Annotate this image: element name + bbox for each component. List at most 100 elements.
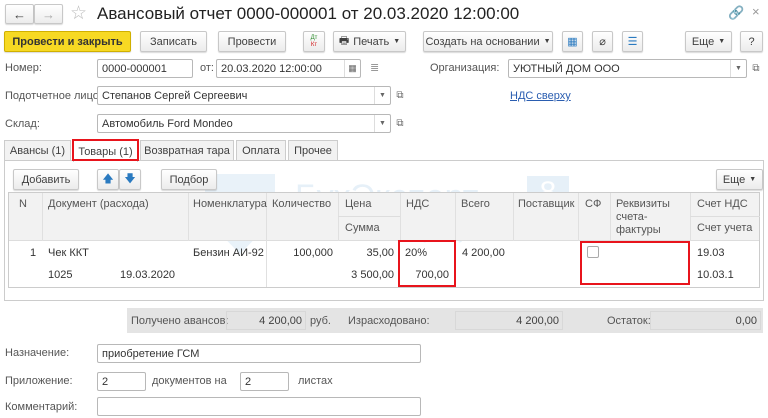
calendar-icon[interactable]: ▦ <box>344 60 360 77</box>
row-total: 4 200,00 <box>462 247 505 259</box>
help-button[interactable]: ? <box>740 31 763 52</box>
star-icon[interactable]: ☆ <box>70 2 87 25</box>
printer-icon: 🖶 <box>338 35 350 47</box>
structure-icon[interactable]: ▦ <box>562 31 583 52</box>
row-price: 35,00 <box>366 247 394 259</box>
received-value: 4 200,00 <box>226 311 306 330</box>
row-account: 10.03.1 <box>697 269 734 281</box>
save-button[interactable]: Записать <box>140 31 207 52</box>
sheets-text: листах <box>298 375 333 387</box>
attachment-label: Приложение: <box>5 375 73 387</box>
chevron-down-icon: ▼ <box>393 38 401 45</box>
received-label: Получено авансов: <box>131 315 229 327</box>
purpose-label: Назначение: <box>5 347 70 359</box>
col-vat[interactable]: НДС <box>406 198 429 210</box>
move-up-icon[interactable]: 🡅 <box>97 169 119 190</box>
row-sum: 3 500,00 <box>351 269 394 281</box>
col-sf[interactable]: СФ <box>585 198 601 210</box>
open-icon[interactable]: ⧉ <box>749 59 763 78</box>
open-icon[interactable]: ⧉ <box>393 114 407 133</box>
dt-label: Дт <box>310 34 318 41</box>
forward-button[interactable]: → <box>34 4 63 24</box>
post-button[interactable]: Провести <box>218 31 286 52</box>
comment-label: Комментарий: <box>5 401 78 413</box>
date-input[interactable]: 20.03.2020 12:00:00 ▦ <box>216 59 361 78</box>
row-vat-account: 19.03 <box>697 247 725 259</box>
tab-other[interactable]: Прочее <box>288 140 338 161</box>
list-icon[interactable]: ☰ <box>622 31 643 52</box>
col-account[interactable]: Счет учета <box>697 222 752 234</box>
spent-label: Израсходовано: <box>348 315 430 327</box>
document-icon[interactable]: ≣ <box>370 61 379 74</box>
chevron-down-icon: ▼ <box>718 38 726 45</box>
add-button[interactable]: Добавить <box>13 169 79 190</box>
warehouse-label: Склад: <box>5 118 40 130</box>
row-doc-no: 1025 <box>48 269 73 281</box>
rest-value: 0,00 <box>650 311 761 330</box>
kt-label: Кт <box>310 41 318 48</box>
create-based-button[interactable]: Создать на основании ▼ <box>423 31 553 52</box>
currency-label: руб. <box>310 315 331 327</box>
docs-text: документов на <box>152 375 227 387</box>
org-value: УЮТНЫЙ ДОМ ООО <box>513 62 620 75</box>
close-icon[interactable]: × <box>752 4 760 19</box>
row-n: 1 <box>30 247 37 259</box>
print-button[interactable]: 🖶 Печать ▼ <box>333 31 406 52</box>
chevron-down-icon: ▼ <box>749 176 757 183</box>
col-qty[interactable]: Количество <box>272 198 331 210</box>
move-down-icon[interactable]: 🡇 <box>119 169 141 190</box>
vat-on-top-link[interactable]: НДС сверху <box>510 90 571 102</box>
col-price[interactable]: Цена <box>345 198 371 210</box>
spent-value: 4 200,00 <box>455 311 563 330</box>
link-icon[interactable]: 🔗 <box>728 5 744 21</box>
tab-returnable-packaging[interactable]: Возвратная тара <box>140 140 234 161</box>
comment-input[interactable] <box>97 397 421 416</box>
attachment-icon[interactable]: ⌀ <box>592 31 613 52</box>
row-doc: Чек ККТ <box>48 247 89 259</box>
row-item: Бензин АИ-92 <box>193 247 264 259</box>
purpose-input[interactable]: приобретение ГСМ <box>97 344 421 363</box>
row-qty: 100,000 <box>293 247 333 259</box>
chevron-down-icon[interactable]: ▼ <box>374 87 390 104</box>
tab-payment[interactable]: Оплата <box>236 140 286 161</box>
print-label: Печать <box>353 35 390 48</box>
col-supplier[interactable]: Поставщик <box>518 198 574 210</box>
number-label: Номер: <box>5 62 42 74</box>
col-sum[interactable]: Сумма <box>345 222 380 234</box>
chevron-down-icon[interactable]: ▼ <box>730 60 746 77</box>
person-value: Степанов Сергей Сергеевич <box>102 89 248 102</box>
number-input[interactable]: 0000-000001 <box>97 59 193 78</box>
person-input[interactable]: Степанов Сергей Сергеевич ▼ <box>97 86 391 105</box>
dt-kt-button[interactable]: Дт Кт <box>303 31 325 52</box>
window-title: Авансовый отчет 0000-000001 от 20.03.202… <box>97 4 520 23</box>
col-total[interactable]: Всего <box>461 198 490 210</box>
date-value: 20.03.2020 12:00:00 <box>221 62 322 75</box>
warehouse-input[interactable]: Автомобиль Ford Mondeo ▼ <box>97 114 391 133</box>
post-and-close-button[interactable]: Провести и закрыть <box>4 31 131 52</box>
more-label: Еще <box>691 35 715 48</box>
docs-count-input[interactable]: 2 <box>97 372 146 391</box>
rest-label: Остаток: <box>607 315 651 327</box>
sheets-count-input[interactable]: 2 <box>240 372 289 391</box>
org-input[interactable]: УЮТНЫЙ ДОМ ООО ▼ <box>508 59 747 78</box>
pick-button[interactable]: Подбор <box>161 169 217 190</box>
table-more-button[interactable]: Еще ▼ <box>716 169 763 190</box>
person-label: Подотчетное лицо: <box>5 90 102 102</box>
row-doc-date: 19.03.2020 <box>120 269 176 281</box>
col-document[interactable]: Документ (расхода) <box>48 198 149 210</box>
org-label: Организация: <box>430 62 500 74</box>
more-button[interactable]: Еще ▼ <box>685 31 732 52</box>
col-vat-account[interactable]: Счет НДС <box>697 198 748 210</box>
col-n[interactable]: N <box>19 198 27 210</box>
chevron-down-icon[interactable]: ▼ <box>374 115 390 132</box>
col-invoice[interactable]: Реквизиты счета-фактуры <box>616 198 688 237</box>
tab-advances[interactable]: Авансы (1) <box>4 140 71 161</box>
warehouse-value: Автомобиль Ford Mondeo <box>102 117 233 130</box>
date-label: от: <box>200 62 214 74</box>
col-item[interactable]: Номенклатура <box>193 198 267 210</box>
chevron-down-icon: ▼ <box>543 38 551 45</box>
table-more-label: Еще <box>722 173 746 186</box>
create-based-label: Создать на основании <box>425 35 540 48</box>
open-icon[interactable]: ⧉ <box>393 86 407 105</box>
back-button[interactable]: ← <box>5 4 34 24</box>
